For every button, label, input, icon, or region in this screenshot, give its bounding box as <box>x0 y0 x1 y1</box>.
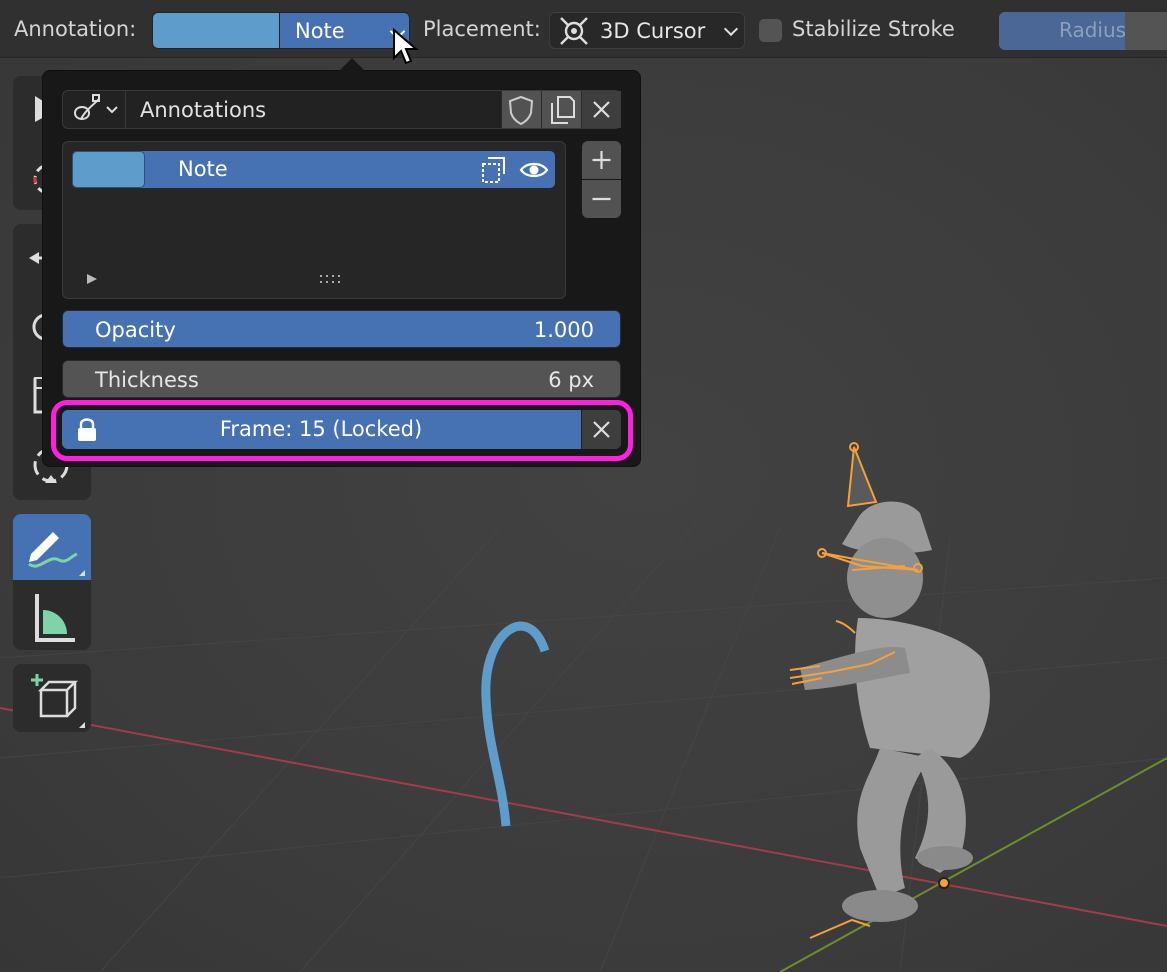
onion-skin-icon[interactable] <box>478 154 510 186</box>
floor-grid <box>0 517 1167 972</box>
layer-color-swatch[interactable] <box>72 151 145 188</box>
add-layer-button[interactable] <box>582 141 621 179</box>
radius-slider[interactable]: Radius <box>999 12 1167 50</box>
remove-layer-button[interactable] <box>582 180 621 218</box>
annotation-layer-name: Note <box>295 19 345 43</box>
layer-name: Note <box>178 157 228 181</box>
duplicate-datablock-button[interactable] <box>541 91 581 128</box>
annotation-layers-popover: Annotations Note Opacity 1.000 Thickness… <box>42 58 641 467</box>
opacity-value: 1.000 <box>533 318 594 342</box>
datablock-selector: Annotations <box>62 90 621 129</box>
layer-row-note[interactable]: Note <box>72 151 555 188</box>
x-axis-line <box>0 707 1167 927</box>
annotation-stroke <box>481 621 550 827</box>
close-icon <box>593 101 610 118</box>
character-model <box>800 501 990 922</box>
opacity-label: Opacity <box>95 318 176 342</box>
stabilize-stroke-label: Stabilize Stroke <box>792 17 955 41</box>
placement-value: 3D Cursor <box>600 19 706 43</box>
stabilize-stroke-checkbox[interactable] <box>759 19 782 42</box>
thickness-value: 6 px <box>548 368 594 392</box>
annotation-color-swatch[interactable] <box>152 12 280 49</box>
plus-icon <box>592 151 611 169</box>
copy-icon <box>551 96 575 124</box>
unlink-datablock-button[interactable] <box>581 91 621 128</box>
measure-ruler-icon <box>35 594 75 642</box>
add-cube-icon <box>31 674 85 728</box>
thickness-label: Thickness <box>95 368 199 392</box>
popover-pointer <box>339 58 365 71</box>
shield-icon <box>508 95 534 126</box>
annotation-layer-list[interactable]: Note <box>62 141 566 299</box>
opacity-slider[interactable]: Opacity 1.000 <box>62 310 621 348</box>
annotate-pencil-icon <box>28 532 85 576</box>
mouse-pointer-icon <box>393 28 419 65</box>
toolbar-add-group <box>13 664 91 732</box>
fake-user-button[interactable] <box>501 91 541 128</box>
datablock-name: Annotations <box>140 98 267 122</box>
tool-measure[interactable] <box>13 584 91 650</box>
annotation-layer-dropdown[interactable]: Note <box>280 12 410 49</box>
radius-label: Radius <box>1059 18 1127 42</box>
tool-add-cube[interactable] <box>13 664 91 730</box>
minus-icon <box>592 197 611 201</box>
annotation-label: Annotation: <box>14 17 137 41</box>
chevron-down-icon <box>723 21 739 37</box>
remove-frame-button[interactable] <box>581 410 621 449</box>
cursor-3d-icon <box>560 17 588 45</box>
annotation-datablock-icon <box>73 94 118 120</box>
eye-icon[interactable] <box>518 154 550 186</box>
toolbar-annotate-group <box>13 514 91 650</box>
expand-triangle-icon[interactable] <box>85 272 99 286</box>
frame-lock-toggle[interactable]: Frame: 15 (Locked) <box>62 410 621 449</box>
close-icon <box>593 421 610 438</box>
thickness-field[interactable]: Thickness 6 px <box>62 360 621 398</box>
browse-datablock-button[interactable] <box>63 91 126 128</box>
tool-annotate[interactable] <box>13 514 91 580</box>
tool-header: Annotation: Note Placement: 3D Cursor St… <box>0 0 1167 58</box>
resize-grip-icon[interactable] <box>319 274 343 286</box>
frame-lock-label: Frame: 15 (Locked) <box>219 417 423 441</box>
placement-dropdown[interactable]: 3D Cursor <box>549 12 745 49</box>
placement-label: Placement: <box>423 17 541 41</box>
